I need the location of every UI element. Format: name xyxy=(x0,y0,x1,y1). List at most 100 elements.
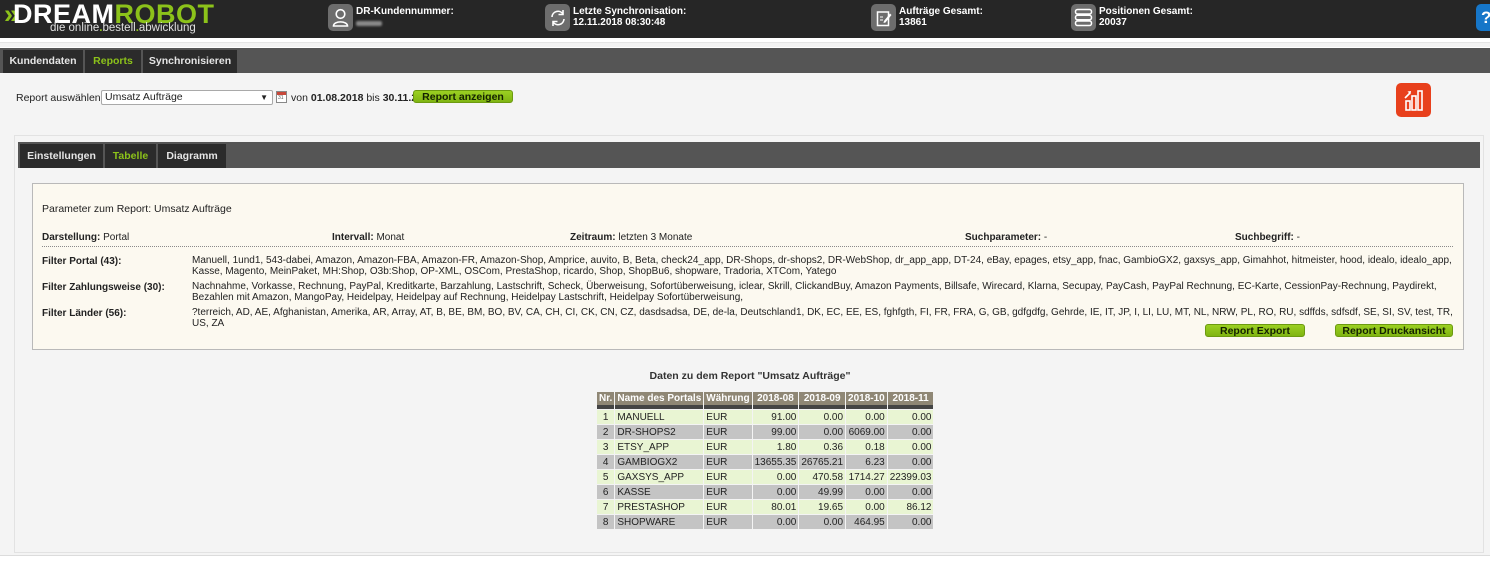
top-bar: »DREAMROBOT die online.bestell.abwicklun… xyxy=(0,0,1490,38)
filter-zahlungsweise: Filter Zahlungsweise (30): Nachnahme, Vo… xyxy=(42,281,1453,303)
table-row: 8 SHOPWARE EUR 0.00 0.00 464.95 0.00 xyxy=(597,515,934,529)
param-intervall: Intervall: Monat xyxy=(332,232,404,243)
cell-currency: EUR xyxy=(704,455,752,469)
cell-month: 13655.35 xyxy=(752,455,799,469)
list-icon xyxy=(1071,4,1096,31)
param-value: letzten 3 Monate xyxy=(618,232,693,243)
cell-month: 0.00 xyxy=(887,485,934,499)
param-zeitraum: Zeitraum: letzten 3 Monate xyxy=(570,232,692,243)
filter-label: Filter Zahlungsweise (30): xyxy=(42,282,165,293)
cell-month: 6.23 xyxy=(846,455,887,469)
param-label: Suchbegriff: xyxy=(1235,232,1294,243)
param-suchparameter: Suchparameter: - xyxy=(965,232,1047,243)
filter-value: Nachnahme, Vorkasse, Rechnung, PayPal, K… xyxy=(192,281,1437,303)
bis-label: bis xyxy=(366,92,380,104)
param-value: Monat xyxy=(376,232,405,243)
cell-month: 0.00 xyxy=(887,410,934,424)
table-row: 4 GAMBIOGX2 EUR 13655.35 26765.21 6.23 0.00 xyxy=(597,455,934,469)
column-header[interactable]: 2018-11 xyxy=(887,392,934,409)
tagline-part: abwicklung xyxy=(138,22,196,34)
tab-synchronisieren[interactable]: Synchronisieren xyxy=(143,50,237,73)
cell-currency: EUR xyxy=(704,410,752,424)
column-header[interactable]: 2018-09 xyxy=(799,392,846,409)
column-header[interactable]: Nr. xyxy=(597,392,615,409)
dropdown-arrow-icon: ▼ xyxy=(260,93,268,102)
params-summary-row: Darstellung: Portal Intervall: Monat Zei… xyxy=(42,232,1453,247)
tagline-part: die online xyxy=(50,22,100,34)
column-header[interactable]: Währung xyxy=(704,392,752,409)
logo-chevron-icon: » xyxy=(4,0,19,29)
param-label: Intervall: xyxy=(332,232,374,243)
column-header[interactable]: 2018-08 xyxy=(752,392,799,409)
orders-icon xyxy=(871,4,896,31)
cell-month: 99.00 xyxy=(752,425,799,439)
param-suchbegriff: Suchbegriff: - xyxy=(1235,232,1300,243)
show-report-button[interactable]: Report anzeigen xyxy=(413,90,513,103)
help-icon[interactable]: ? xyxy=(1476,4,1490,31)
cell-month: 0.00 xyxy=(799,410,846,424)
content-area: Report auswählen: Umsatz Aufträge ▼ von … xyxy=(0,73,1490,556)
filter-value: Manuell, 1und1, 543-dabei, Amazon, Amazo… xyxy=(192,255,1452,277)
cell-month: 0.00 xyxy=(887,425,934,439)
param-value: - xyxy=(1043,232,1048,243)
table-body: 1 MANUELL EUR 91.00 0.00 0.00 0.00 2 DR-SHOPS2 EU… xyxy=(597,410,934,529)
tab-tabelle[interactable]: Tabelle xyxy=(105,144,156,168)
cell-portal: DR-SHOPS2 xyxy=(615,425,704,439)
cell-month: 91.00 xyxy=(752,410,799,424)
cell-currency: EUR xyxy=(704,440,752,454)
cell-month: 470.58 xyxy=(799,470,846,484)
header-separator-shadow xyxy=(0,42,1490,47)
cell-month: 0.00 xyxy=(887,515,934,529)
main-nav: Kundendaten Reports Synchronisieren xyxy=(0,48,1490,73)
report-print-button[interactable]: Report Druckansicht xyxy=(1335,324,1453,337)
cell-nr: 3 xyxy=(597,440,615,454)
report-select-label: Report auswählen: xyxy=(16,92,104,104)
filter-label: Filter Portal (43): xyxy=(42,256,122,267)
report-chart-icon[interactable] xyxy=(1396,83,1431,117)
stat-value: 13861 xyxy=(899,17,927,28)
cell-portal: ETSY_APP xyxy=(615,440,704,454)
user-icon xyxy=(328,4,353,31)
column-header[interactable]: Name des Portals xyxy=(615,392,704,409)
filter-label: Filter Länder (56): xyxy=(42,308,127,319)
tab-kundendaten[interactable]: Kundendaten xyxy=(3,50,83,73)
cell-month: 0.18 xyxy=(846,440,887,454)
tab-einstellungen[interactable]: Einstellungen xyxy=(20,144,103,168)
cell-portal: GAMBIOGX2 xyxy=(615,455,704,469)
cell-portal: MANUELL xyxy=(615,410,704,424)
report-select-value: Umsatz Aufträge xyxy=(105,91,183,103)
cell-portal: PRESTASHOP xyxy=(615,500,704,514)
cell-month: 464.95 xyxy=(846,515,887,529)
tab-reports[interactable]: Reports xyxy=(85,50,141,73)
table-title: Daten zu dem Report "Umsatz Aufträge" xyxy=(649,370,851,382)
filter-portal: Filter Portal (43): Manuell, 1und1, 543-… xyxy=(42,255,1453,277)
report-export-button[interactable]: Report Export xyxy=(1205,324,1305,337)
cell-portal: GAXSYS_APP xyxy=(615,470,704,484)
stat-value: 20037 xyxy=(1099,17,1127,28)
cell-currency: EUR xyxy=(704,485,752,499)
cell-month: 0.00 xyxy=(752,515,799,529)
cell-nr: 2 xyxy=(597,425,615,439)
table-row: 2 DR-SHOPS2 EUR 99.00 0.00 6069.00 0.00 xyxy=(597,425,934,439)
cell-currency: EUR xyxy=(704,425,752,439)
von-label: von xyxy=(291,92,308,104)
cell-month: 0.00 xyxy=(887,455,934,469)
params-title: Parameter zum Report: Umsatz Aufträge xyxy=(42,203,232,215)
table-header-row: Nr. Name des Portals Währung 2018-08 201… xyxy=(597,392,934,409)
table-row: 6 KASSE EUR 0.00 49.99 0.00 0.00 xyxy=(597,485,934,499)
cell-month: 0.00 xyxy=(887,440,934,454)
cell-currency: EUR xyxy=(704,515,752,529)
tab-diagramm[interactable]: Diagramm xyxy=(158,144,226,168)
report-data-table: Nr. Name des Portals Währung 2018-08 201… xyxy=(596,391,935,530)
cell-month: 1714.27 xyxy=(846,470,887,484)
stat-label: Positionen Gesamt: xyxy=(1099,6,1193,17)
cell-nr: 8 xyxy=(597,515,615,529)
stat-label: Letzte Synchronisation: xyxy=(573,6,687,17)
cell-month: 0.00 xyxy=(752,485,799,499)
column-header[interactable]: 2018-10 xyxy=(846,392,887,409)
cell-month: 86.12 xyxy=(887,500,934,514)
cell-month: 1.80 xyxy=(752,440,799,454)
tagline-part: bestell xyxy=(102,22,136,34)
calendar-icon[interactable] xyxy=(276,91,287,103)
report-select[interactable]: Umsatz Aufträge ▼ xyxy=(101,90,273,105)
